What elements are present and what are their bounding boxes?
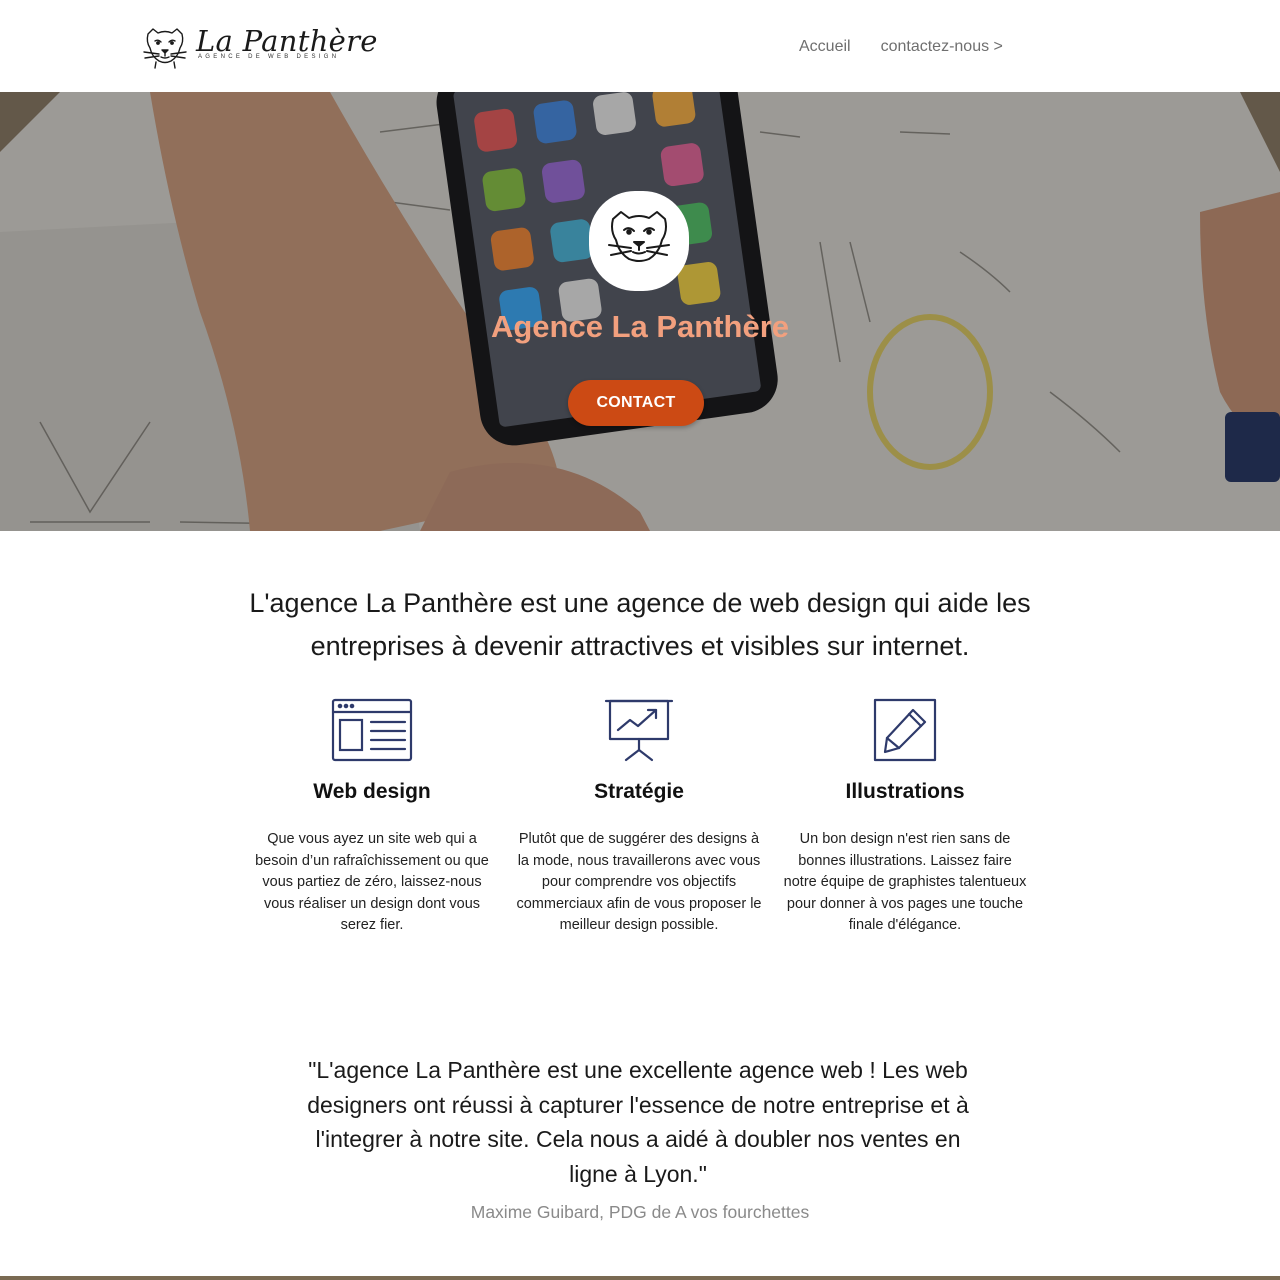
- main-nav: Accueil contactez-nous >: [799, 38, 1003, 56]
- brand-logo-link[interactable]: La Panthère AGENCE DE WEB DESIGN: [140, 24, 377, 70]
- site-header: La Panthère AGENCE DE WEB DESIGN Accueil…: [0, 0, 1280, 92]
- feature-title: Illustrations: [845, 780, 965, 803]
- panther-logo-icon: [143, 28, 187, 69]
- intro-text: L'agence La Panthère est une agence de w…: [249, 588, 1031, 661]
- feature-illustrations: Illustrations Un bon design n'est rien s…: [780, 698, 1030, 937]
- feature-title: Stratégie: [594, 780, 684, 803]
- feature-title: Web design: [313, 780, 431, 803]
- feature-text: Un bon design n'est rien sans de bonnes …: [783, 831, 1027, 933]
- feature-text: Plutôt que de suggérer des designs à la …: [516, 831, 762, 933]
- testimonial-author: Maxime Guibard, PDG de A vos fourchettes: [470, 1202, 810, 1222]
- brand-tagline: AGENCE DE WEB DESIGN: [198, 54, 340, 60]
- footer-image-strip: [0, 1276, 1280, 1280]
- brand-name: La Panthère: [196, 24, 378, 58]
- feature-text: Que vous ayez un site web qui a besoin d…: [255, 831, 489, 933]
- pencil-square-icon: [873, 698, 937, 762]
- nav-link-accueil[interactable]: Accueil: [799, 38, 851, 56]
- testimonial-quote: "L'agence La Panthère est une excellente…: [307, 1057, 969, 1187]
- browser-window-icon: [331, 698, 413, 762]
- panther-head-icon: [608, 211, 670, 262]
- feature-strategie: Stratégie Plutôt que de suggérer des des…: [514, 698, 764, 937]
- hero-title: Agence La Panthère: [490, 309, 790, 344]
- presentation-chart-icon: [604, 699, 674, 762]
- features-section: Web design Que vous ayez un site web qui…: [0, 698, 1280, 978]
- contact-button[interactable]: CONTACT: [568, 380, 704, 426]
- hero-logo-badge: [589, 191, 689, 291]
- feature-web-design: Web design Que vous ayez un site web qui…: [247, 698, 497, 937]
- hero-section: Agence La Panthère CONTACT: [0, 92, 1280, 531]
- nav-link-contact[interactable]: contactez-nous >: [881, 38, 1003, 56]
